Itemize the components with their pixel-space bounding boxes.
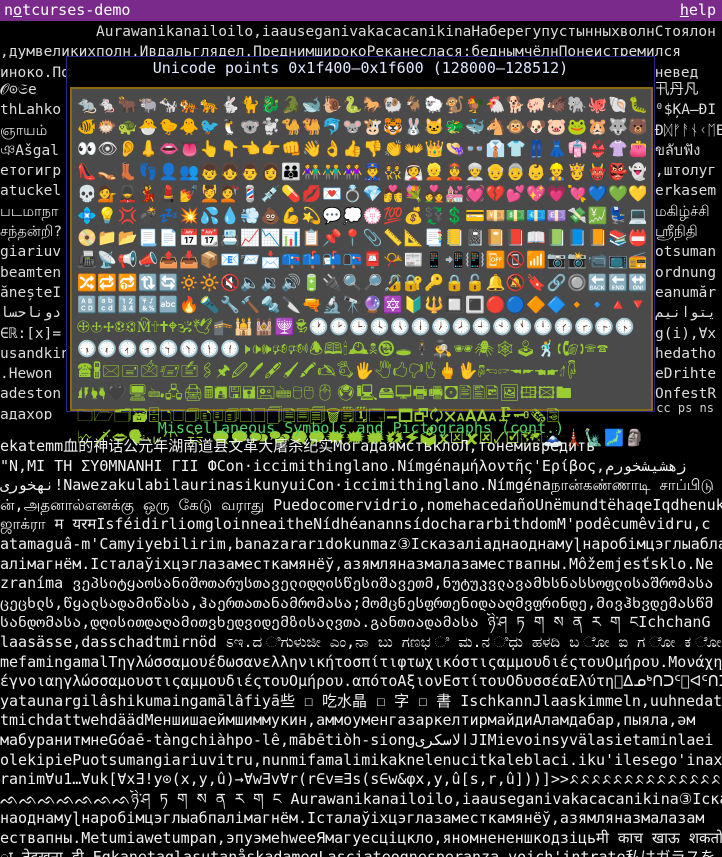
app-title-accel: o [13, 1, 23, 19]
bottom-text-row: სანდომასა,დღისითდაღამითვხედვიდემზისალვთა… [0, 613, 711, 632]
app-title-menu[interactable]: notcurses-demo [4, 0, 130, 21]
bottom-text-row: ஜாக்ரா म यरमIsféidirliomgloinneaitheNídh… [0, 515, 711, 534]
left-text-row: சந்தன்றி? [0, 224, 63, 241]
bottom-text-row: алімагнём.Істалаўіхцэглазаместкамянёў,аз… [0, 554, 714, 573]
left-text-row: دوناحسا [0, 305, 62, 322]
app-title-prefix: n [4, 1, 14, 19]
right-text-row: hedatho [655, 345, 717, 362]
glyph-row: 💀💁💂💃💄💅💆💇💈💉💊💋💌💍💎💏💐💑💒💓💔💕💖💗💘💙💚💛💜💝💞💟 [77, 183, 646, 203]
bottom-text-row: έγνοιαηγλώσσαμουστιςαμμουδιέςτουΟμήρου.α… [0, 672, 722, 691]
right-text-row: eanumăr [655, 284, 717, 301]
bottom-text-row: mefamingamalΤηγλώσσαμουέδωσανελληνικήτοσ… [0, 652, 722, 671]
bottom-text-row: نهخوری!NawezakulabilaurinasikunyuiCon·ic… [0, 476, 722, 495]
right-text-row: eDrihte [655, 366, 717, 383]
bottom-text: ekatemm血的神话公元年湖南道县文革大屠杀纪实МогадаямстьклоЛ… [0, 437, 722, 857]
help-label: elp [688, 1, 716, 19]
right-text-row: g(i),∀x [655, 325, 717, 342]
background-text-row: Aurawanikanailoilo,iaauseganivakacacanik… [0, 24, 716, 40]
bottom-text-row: ன்,அதனால்எனக்கு ஒரு கேடு வராது Puedocome… [0, 495, 722, 514]
left-text-row: ঞAšgal [0, 142, 59, 159]
glyph-row: 🔀🔁🔂🔃🔄🔅🔆🔇🔈🔉🔊🔋🔌🔍🔎🔏🔐🔑🔒🔓🔔🔕🔖🔗🔘🔙🔚🔛🔜🔝🔞🔟 [77, 272, 646, 292]
right-text-row: ,штолуг [655, 163, 717, 180]
unit-label: cc ps ns [656, 401, 714, 415]
glyph-row: 💠💡💢💣💤💥💦💧💨💩💪💫💬💭💮💯💰💱💲💳💴💵💶💷💸💹💺💻💼💽💾💿 [77, 205, 646, 225]
bottom-text-row: olekipiePuotsumangiariuvitru,nunmifamali… [0, 750, 722, 769]
glyph-row: 📠📡📢📣📤📥📦📧📨📩📪📫📬📭📮📯📰📱📲📳📴📵📶📷📸📹📺📻📼📽📾📿 [77, 250, 646, 270]
glyph-row: 🖀🖁🖂🖃🖄🖅🖆🖇🖈🖉🖊🖋🖌🖍🖎🖏🖐🖑🖒🖓🖔🖕🖖🖗🖘🖙🖚🖛🖜🖝🖞🖟 [77, 361, 579, 381]
left-text-row: етогигр [0, 163, 62, 180]
left-text-row: ஞாயம் [0, 122, 48, 139]
bottom-text-row: ცეცხლს,წყალსადამიწასა,ჰაერთათანამრომასა;… [0, 593, 714, 612]
right-text-row: 卂丹凡 [655, 82, 699, 98]
left-text-row: atuckel [0, 183, 62, 200]
bottom-text-row: наоднамуɭнаробімцэглыабпалімагнём.Істала… [0, 809, 705, 828]
glyph-grid: 🐀🐁🐂🐃🐄🐅🐆🐇🐈🐉🐊🐋🐌🐍🐎🐏🐐🐑🐒🐓🐔🐕🐖🐗🐘🐙🐚🐛🐜🐝🐞🐟 🐠🐡🐢🐣🐤🐥🐦🐧… [70, 87, 653, 447]
left-text-row: .Hewon [0, 366, 53, 383]
left-text-row: thLahko [0, 102, 62, 119]
right-text-row: ขลับฟัง [655, 142, 701, 159]
left-text-row: adeston [0, 386, 62, 403]
left-scroll-text: 𝓞⊙𝔖e thLahko ஞாயம் ঞAšgal етогигр atuckel படமா… [0, 80, 66, 420]
bottom-text-row: мабуранитмнеGóaē-tàngchiàhpo-lê,mābētiòh… [0, 730, 714, 749]
left-text-row: படமாநா [0, 203, 59, 220]
bottom-text-row: yataunargilâshikumaingamālâfiyā些 ☐ 吃水晶 ☐… [0, 691, 722, 710]
glyph-rows: 🐀🐁🐂🐃🐄🐅🐆🐇🐈🐉🐊🐋🐌🐍🐎🐏🐐🐑🐒🐓🐔🐕🐖🐗🐘🐙🐚🐛🐜🐝🐞🐟 🐠🐡🐢🐣🐤🐥🐦🐧… [77, 94, 646, 449]
left-text-row: beamten [0, 264, 62, 281]
glyph-row: 🕀🕁🕂🕃🕄🕅🕆🕇🕈🕉🕊🕋🕌🕍🕎🕏🕐🕑🕒🕓🕔🕕🕖🕗🕘🕙🕚🕛🕜🕝🕞🕟 [77, 316, 636, 336]
panel-title: Unicode points 0x1f400–0x1f600 (128000–1… [152, 59, 569, 77]
bottom-text-row: ествапны.Metumiawetumpan,эпуэмehweeЯмагу… [0, 828, 722, 847]
right-text-row: ordnung [655, 264, 717, 281]
right-scroll-text: 卂丹凡 ⁰$ĶA̶ÐI ÐᛞᚠᚨᚾᚲᛖE ขลับฟัง ,штолуг erkasem ம… [655, 80, 722, 410]
left-text-row: адахор [0, 406, 53, 420]
left-text-row: giariuv [0, 244, 62, 261]
right-text-row: ஸ்ரீநிதி [655, 224, 698, 241]
help-accel: h [679, 1, 689, 19]
bottom-text-row: ᨒᨒᨒᨒᨒᨒᨒཉི་ཤ ཏ ག ས ན ར ག ང Aurawanikanail… [0, 789, 722, 808]
right-text-row: ÐᛞᚠᚨᚾᚲᛖE [655, 122, 722, 139]
glyph-row: 🔠🔡🔢🔣🔤🔥🔦🔧🔨🔩🔪🔫🔬🔭🔮🔯🔰🔱🔲🔳🔴🔵🔶🔷🔸🔹🔺🔻🔼🔽🔾🔿 [77, 294, 646, 314]
right-text-row: يتوانيم [655, 305, 717, 322]
right-text-row: otsuman [655, 244, 717, 261]
section-caption: Miscellaneous Symbols and Pictographs (c… [157, 419, 565, 437]
bottom-text-row: "Ν,ΜΙ ΤΗ ΣΥΘΜΝΑΝΗΙ ΓΙΙ ФCon·iccimithingl… [0, 456, 687, 475]
glyph-row: 🐀🐁🐂🐃🐄🐅🐆🐇🐈🐉🐊🐋🐌🐍🐎🐏🐐🐑🐒🐓🐔🐕🐖🐗🐘🐙🐚🐛🐜🐝🐞🐟 [77, 95, 646, 114]
left-text-row: 𝓞⊙𝔖e [0, 82, 37, 98]
right-text-row: மகிழ்ச்சி [655, 203, 710, 220]
bottom-text-row: ा तेद्खना ही EgkanetaglasutanåskadamegLa… [0, 848, 722, 857]
left-text-row: ∈ℝ:[x]= [0, 325, 62, 342]
bottom-text-row: tmichdattwehdäädМеншишаеймшиммукин,аммоу… [0, 711, 696, 730]
right-text-row: ⁰$ĶA̶ÐI [655, 102, 717, 119]
left-text-row: usandkin [0, 345, 66, 362]
glyph-row: 👀👁👂👃👄👅👆👇👈👉👊👋👌👍👎👏👐👑👒👓👔👕👖👗👘👙👚👛👜👝👞👟 [77, 139, 646, 159]
glyph-row: 🖠🖡🖢🖣🖤🖥🖦🖧🖨🖩🖪🖫🖬🖭🖮🖯🖰🖱🖲🖳🖴🖵🖶🖷🖸🖹🖺🖻🖼🖽🖾🖿 [77, 383, 573, 403]
glyph-row: 🕠🕡🕢🕣🕤🕥🕦🕧🕨🕩🕪🕫🕬🕭🕮🕯🕰🕱🕲🕳🕴🕵🕶🕷🕸🕹🕺🕻🕼🕽🕾🕿 [77, 339, 609, 359]
bottom-text-row: laasässe,dasschadtmirnöd ಽಇ.ದ ಿಗುಳುಜೀ ಎಂ… [0, 632, 722, 651]
bottom-text-row: atamaguâ-m'Camyiyebilirim,banazararıdoku… [0, 534, 722, 553]
glyph-row: 🐠🐡🐢🐣🐤🐥🐦🐧🐨🐩🐪🐫🐬🐭🐮🐯🐰🐱🐲🐳🐴🐵🐶🐷🐸🐹🐺🐻🐼🐽🐾🐿 [77, 117, 646, 137]
glyph-row: 👠👡👢👣👤👥👦👧👨👩👪👫👬👭👮👯👰👱👲👳👴👵👶👷👸👹👺👻👼👽👾👿 [77, 161, 646, 181]
help-menu[interactable]: help [680, 0, 716, 21]
bottom-text-row: ranim∀u1…∀uk[∀x∃!y⊙(x,y,û)→∀w∃v∀r(r∈v≡∃s… [0, 770, 722, 789]
glyph-row: 📀📁📂📃📄📅📆📇📈📉📊📋📌📍📎📏📐📑📒📓📔📕📖📗📘📙📚📛📜📝📞📟 [77, 228, 646, 248]
bottom-text-row: zraníma ვეპსიტყაოსანიშოთარუსთაველიდღისწე… [0, 574, 714, 593]
app-title-suffix: tcurses-demo [22, 1, 131, 19]
bottom-text-row: ekatemm血的神话公元年湖南道县文革大屠杀纪实МогадаямстьклоЛ… [0, 437, 596, 455]
menu-bar: notcurses-demo help [0, 0, 722, 21]
left-text-row: ăneșteI [0, 284, 62, 301]
right-text-row: erkasem [655, 183, 717, 200]
